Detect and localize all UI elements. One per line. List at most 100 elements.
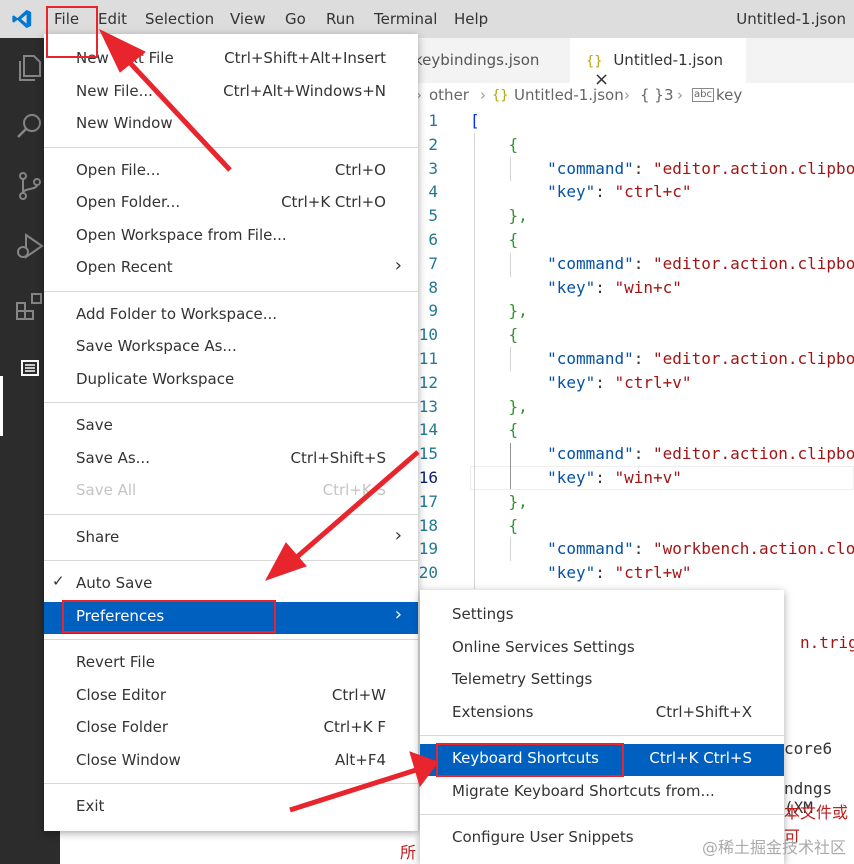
menu-item-shortcut: Ctrl+O [334, 160, 386, 179]
object-icon: { } [640, 86, 664, 104]
code-line: "key": "ctrl+v" [547, 372, 692, 392]
partial-output-text: 所 [400, 843, 417, 862]
menu-run[interactable]: Run [326, 10, 355, 28]
menu-item-shortcut: Ctrl+Shift+Alt+Insert [224, 49, 386, 67]
string-key-icon: abc [692, 88, 714, 102]
code-line: { [470, 134, 519, 154]
menu-item-new-window[interactable]: New Window [44, 109, 418, 141]
menu-item-settings[interactable]: Settings [420, 600, 784, 632]
menu-item-label: Extensions [452, 702, 534, 721]
json-key: "command" [547, 158, 634, 178]
menu-item-label: Open Workspace from File... [76, 225, 287, 244]
menu-item-exit[interactable]: Exit [44, 792, 418, 824]
menu-item-revert-file[interactable]: Revert File [44, 648, 418, 680]
menu-item-duplicate-workspace[interactable]: Duplicate Workspace [44, 365, 418, 397]
document-list-icon[interactable] [14, 352, 46, 384]
menu-item-save[interactable]: Save [44, 411, 418, 443]
menu-item-telemetry-settings[interactable]: Telemetry Settings [420, 665, 784, 697]
json-value: "ctrl+w" [614, 563, 692, 583]
menu-item-label: Save [76, 416, 113, 434]
menu-item-close-window[interactable]: Close Window Alt+F4 [44, 746, 418, 778]
json-key: "command" [547, 349, 634, 368]
code-line: }, [470, 492, 528, 511]
tab-label: keybindings.json [414, 51, 540, 69]
menu-item-save-workspace-as[interactable]: Save Workspace As... [44, 332, 418, 364]
menu-item-open-folder[interactable]: Open Folder... Ctrl+K Ctrl+O [44, 188, 418, 220]
menu-item-save-all: Save All Ctrl+K S [44, 476, 418, 508]
extensions-icon[interactable] [14, 290, 46, 322]
code-line: "command": "editor.action.clipbo [547, 158, 854, 178]
menu-edit[interactable]: Edit [98, 10, 127, 28]
menu-item-label: Configure User Snippets [452, 828, 634, 846]
active-indicator [0, 376, 3, 436]
menu-item-add-folder-to-workspace[interactable]: Add Folder to Workspace... [44, 300, 418, 332]
explorer-icon[interactable] [14, 52, 46, 84]
menu-item-label: New Window [76, 114, 173, 132]
json-file-icon: {} [586, 54, 603, 69]
breadcrumb-folder[interactable]: other [429, 86, 469, 104]
menu-item-share[interactable]: Share › [44, 523, 418, 555]
menu-item-open-file[interactable]: Open File... Ctrl+O [44, 156, 418, 188]
menu-item-auto-save[interactable]: ✓ Auto Save [44, 569, 418, 601]
breadcrumb-file[interactable]: Untitled-1.json [514, 86, 624, 104]
menu-go[interactable]: Go [285, 10, 306, 28]
preferences-submenu: Settings Online Services Settings Telemetr… [420, 590, 784, 864]
menu-item-close-editor[interactable]: Close Editor Ctrl+W [44, 681, 418, 713]
chevron-right-icon: › [394, 603, 402, 625]
menu-item-online-services-settings[interactable]: Online Services Settings [420, 633, 784, 665]
menu-item-shortcut: Ctrl+Shift+S [290, 448, 386, 467]
bracket-token: }, [470, 491, 528, 511]
tab-keybindings[interactable]: keybindings.json [400, 38, 550, 83]
chevron-right-icon: › [394, 255, 402, 276]
menu-item-label: Duplicate Workspace [76, 369, 235, 388]
source-control-icon[interactable] [14, 170, 46, 202]
json-value: "ctrl+v" [614, 372, 692, 392]
menu-bar: File Edit Selection View Go Run Terminal… [0, 0, 854, 38]
json-value: "win+v" [614, 468, 682, 487]
menu-item-new-file[interactable]: New File... Ctrl+Alt+Windows+N [44, 77, 418, 109]
menu-selection[interactable]: Selection [145, 10, 214, 28]
menu-item-label: Telemetry Settings [452, 670, 593, 688]
vscode-logo-icon [12, 9, 32, 29]
menu-item-open-workspace-from-file[interactable]: Open Workspace from File... [44, 221, 418, 253]
menu-item-open-recent[interactable]: Open Recent › [44, 253, 418, 285]
code-line: [ [470, 111, 480, 130]
menu-item-label: Open Folder... [76, 193, 181, 211]
menu-help[interactable]: Help [454, 10, 488, 28]
menu-item-label: New File... [76, 81, 153, 100]
menu-item-label: Close Folder [76, 718, 168, 736]
code-line: "key": "ctrl+w" [547, 563, 692, 583]
menu-item-save-as[interactable]: Save As... Ctrl+Shift+S [44, 444, 418, 476]
bracket-token: { [470, 134, 519, 154]
tab-untitled[interactable]: {} Untitled-1.json × [570, 38, 746, 90]
menu-terminal[interactable]: Terminal [374, 10, 437, 28]
json-key: "command" [547, 253, 634, 273]
code-line: }, [470, 301, 528, 320]
code-line: "command": "workbench.action.clo [547, 539, 854, 559]
breadcrumb-index[interactable]: 3 [664, 86, 674, 104]
json-key: "key" [547, 372, 596, 392]
json-value: "workbench.action.clo [653, 539, 854, 559]
chevron-right-icon: › [480, 86, 486, 104]
menu-item-label: Migrate Keyboard Shortcuts from... [452, 781, 715, 800]
menu-item-label: Save As... [76, 448, 150, 467]
menu-item-new-text-file[interactable]: New Text File Ctrl+Shift+Alt+Insert [44, 44, 418, 76]
window-title: Untitled-1.json [736, 10, 846, 28]
menu-view[interactable]: View [230, 10, 266, 28]
menu-item-shortcut: Ctrl+K Ctrl+S [649, 749, 752, 767]
code-line: }, [470, 206, 528, 225]
menu-separator [420, 814, 784, 815]
run-debug-icon[interactable] [14, 230, 46, 262]
search-icon[interactable] [14, 110, 46, 142]
bracket-token: }, [470, 206, 528, 226]
menu-item-extensions[interactable]: Extensions Ctrl+Shift+X [420, 698, 784, 730]
menu-item-label: Exit [76, 797, 105, 815]
code-line: { [470, 515, 519, 535]
code-line: "key": "win+v" [547, 468, 682, 487]
bracket-token: { [470, 515, 519, 535]
menu-item-close-folder[interactable]: Close Folder Ctrl+K F [44, 713, 418, 745]
menu-item-migrate-keyboard-shortcuts-from[interactable]: Migrate Keyboard Shortcuts from... [420, 777, 784, 809]
menu-separator [44, 639, 418, 640]
menu-item-shortcut: Ctrl+W [331, 685, 386, 704]
breadcrumb-key[interactable]: key [716, 86, 742, 104]
